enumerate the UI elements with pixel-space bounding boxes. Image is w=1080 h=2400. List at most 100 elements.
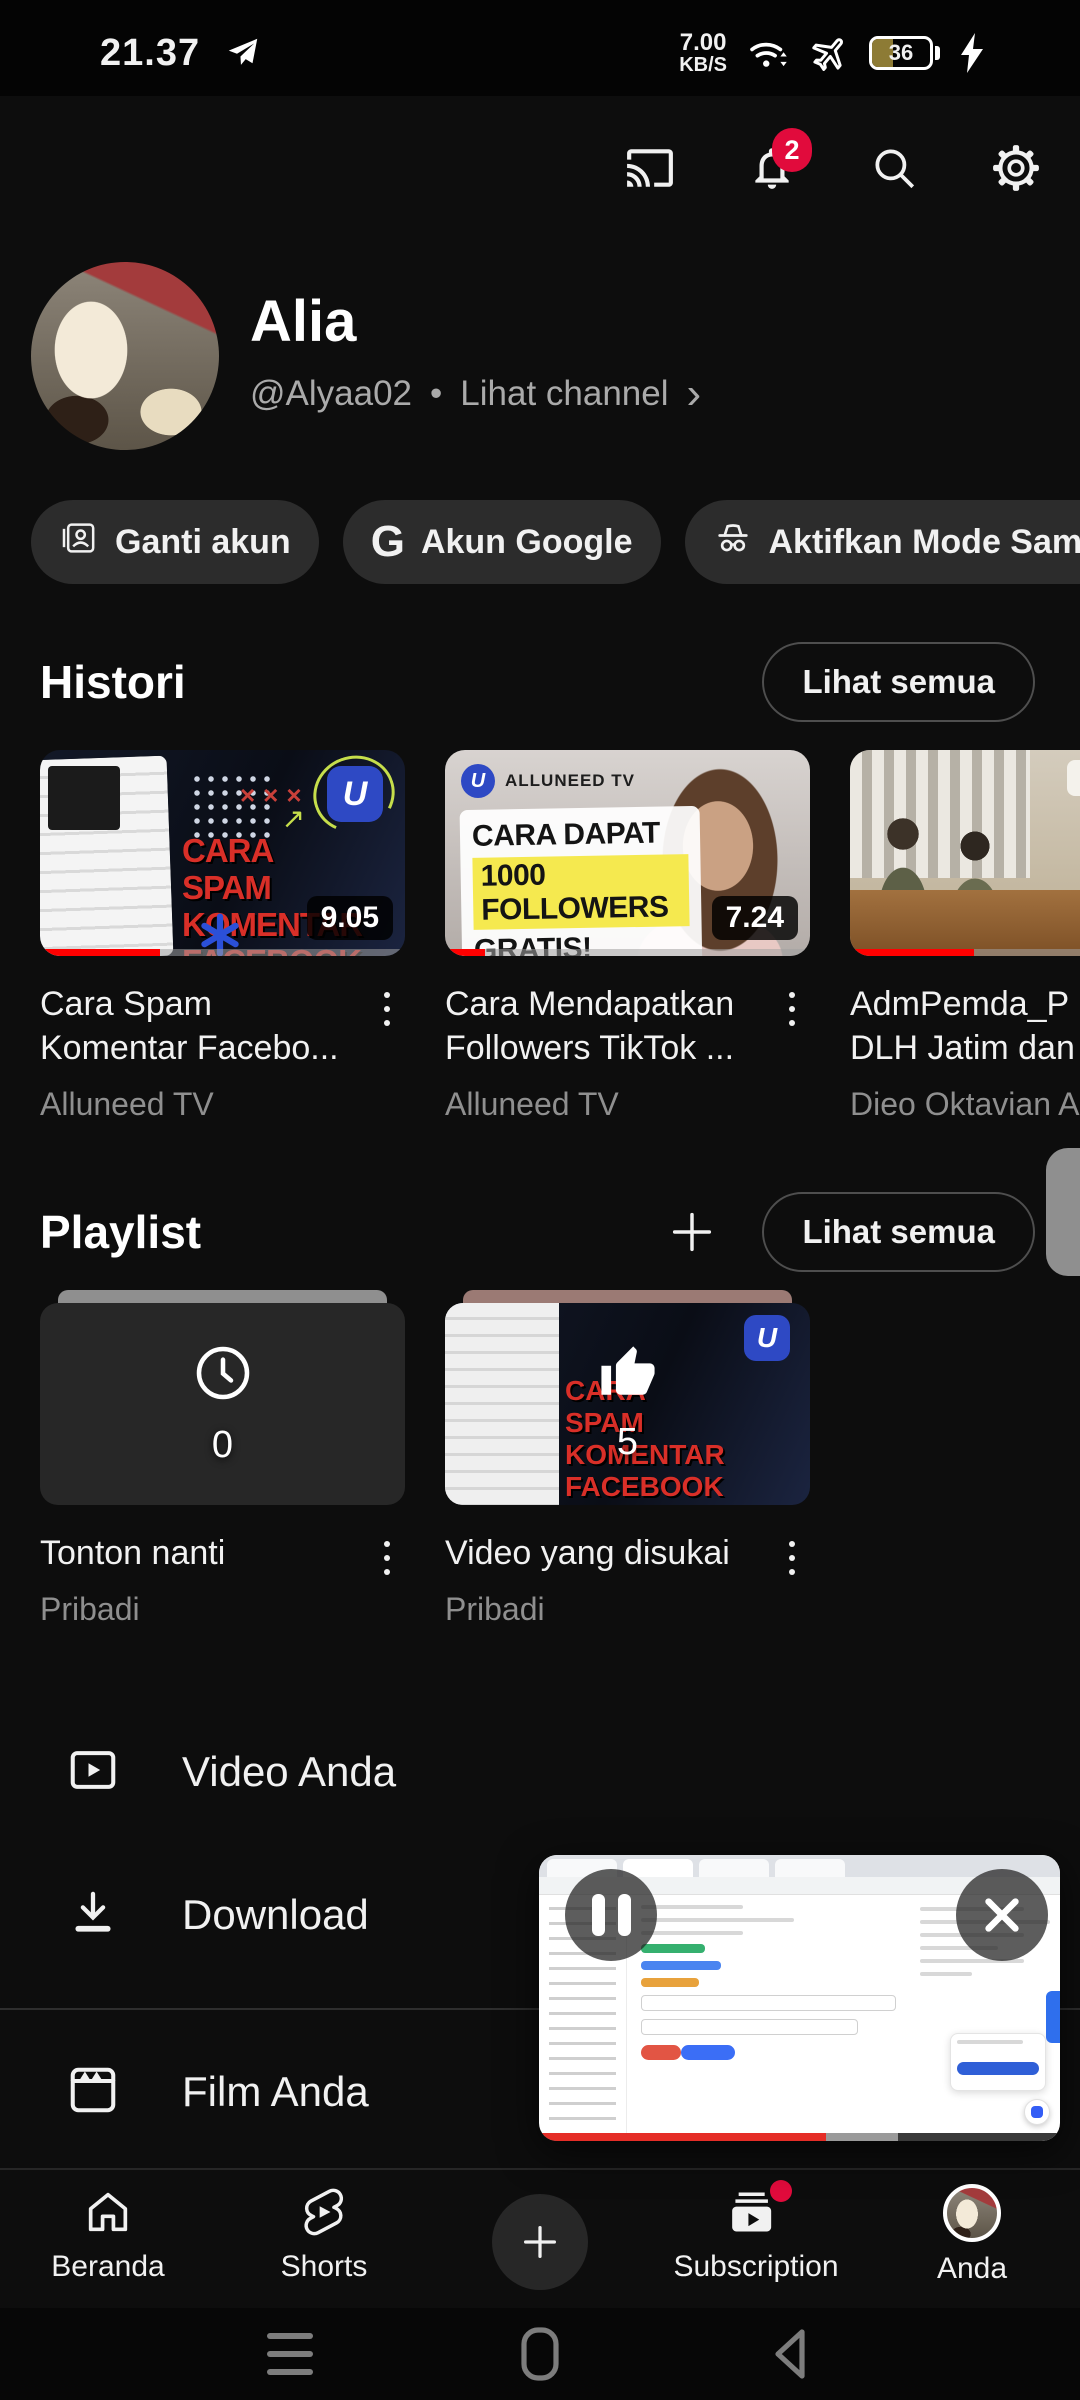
video-title[interactable]: AdmPemda_P DLH Jatim dan: [850, 982, 1080, 1070]
watch-progress: [850, 949, 1080, 956]
pip-progress-bar: [539, 2133, 1060, 2141]
duration-badge: 7.24: [712, 896, 798, 940]
playlist-header: Playlist Lihat semua: [40, 1192, 1035, 1272]
playlist-card-liked-videos[interactable]: CARA SPAM KOMENTAR FACEBOOK U 5 Video ya…: [445, 1290, 810, 1628]
view-channel-link[interactable]: Lihat channel: [460, 374, 668, 414]
top-app-bar: 2: [0, 96, 1080, 240]
nav-you[interactable]: Anda: [864, 2170, 1080, 2308]
cast-button[interactable]: [622, 140, 678, 196]
charging-bolt-icon: [958, 33, 988, 73]
video-title[interactable]: Cara Spam Komentar Facebo...: [40, 982, 369, 1070]
video-thumbnail[interactable]: ××× ↗ U CARA SPAM KOMENTAR FACEBOOK 9.05: [40, 750, 405, 956]
thumbnail-title-art: CARA DAPAT 1000 FOLLOWERS GRATIS!: [460, 806, 703, 956]
pip-pause-button[interactable]: [565, 1869, 657, 1961]
you-avatar: [943, 2184, 1001, 2242]
incognito-icon: [713, 518, 753, 567]
download-icon: [66, 1886, 120, 1945]
playlist-privacy: Pribadi: [40, 1591, 369, 1628]
history-video-card[interactable]: U ALLUNEED TV CARA DAPAT 1000 FOLLOWERS …: [445, 750, 810, 1123]
profile-avatar[interactable]: [31, 262, 219, 450]
playlist-menu-kebab[interactable]: [369, 1531, 405, 1628]
playlist-privacy: Pribadi: [445, 1591, 774, 1628]
create-playlist-button[interactable]: [662, 1202, 722, 1262]
scrollbar-thumb[interactable]: [1046, 1148, 1080, 1276]
pip-chat-widget: [950, 2033, 1046, 2091]
settings-button[interactable]: [988, 140, 1044, 196]
back-button[interactable]: [766, 2326, 816, 2387]
airplane-mode-icon: [809, 32, 851, 74]
video-thumbnail[interactable]: U ALLUNEED TV CARA DAPAT 1000 FOLLOWERS …: [445, 750, 810, 956]
clock-icon: [191, 1341, 255, 1410]
video-menu-kebab[interactable]: [774, 982, 810, 1123]
video-channel: Dieo Oktavian Ari: [850, 1086, 1080, 1123]
dot-separator: •: [430, 374, 442, 414]
notification-badge: 2: [772, 128, 812, 172]
video-menu-kebab[interactable]: [369, 982, 405, 1123]
home-button[interactable]: [515, 2326, 565, 2387]
playlist-count: 0: [212, 1424, 233, 1467]
nav-create[interactable]: [432, 2170, 648, 2308]
your-videos-icon: [66, 1743, 120, 1802]
chevron-right-icon: ›: [687, 372, 702, 416]
google-account-chip[interactable]: G Akun Google: [343, 500, 661, 584]
nav-subscriptions[interactable]: Subscription: [648, 2170, 864, 2308]
create-plus-icon[interactable]: [492, 2194, 588, 2290]
notifications-button[interactable]: 2: [744, 140, 800, 196]
account-action-chips: Ganti akun G Akun Google Aktifkan Mode S…: [31, 500, 1080, 584]
channel-logo: U: [327, 766, 383, 822]
playlist-count: 5: [617, 1421, 638, 1464]
history-header: Histori Lihat semua: [40, 642, 1035, 722]
history-see-all-button[interactable]: Lihat semua: [762, 642, 1035, 722]
ac-unit-art: [1067, 760, 1080, 796]
search-button[interactable]: [866, 140, 922, 196]
history-video-card[interactable]: AdmPemda_P DLH Jatim dan Dieo Oktavian A…: [850, 750, 1080, 1123]
profile-handle-row[interactable]: @Alyaa02 • Lihat channel ›: [250, 372, 701, 416]
telegram-icon: [224, 34, 262, 72]
shorts-icon: [298, 2184, 350, 2240]
youtube-you-tab-screen: 21.37 7.00 KB/S 36: [0, 0, 1080, 2400]
playlist-menu-kebab[interactable]: [774, 1531, 810, 1628]
home-icon: [82, 2184, 134, 2240]
video-title[interactable]: Cara Mendapatkan Followers TikTok ...: [445, 982, 774, 1070]
playlist-name[interactable]: Video yang disukai: [445, 1531, 774, 1575]
bottom-navigation: Beranda Shorts Subscription Anda: [0, 2168, 1080, 2308]
profile-handle: @Alyaa02: [250, 374, 412, 414]
video-thumbnail[interactable]: [850, 750, 1080, 956]
playlist-card-watch-later[interactable]: 0 Tonton nanti Pribadi: [40, 1290, 405, 1628]
pip-close-button[interactable]: [956, 1869, 1048, 1961]
wifi-icon: [745, 33, 791, 73]
history-title: Histori: [40, 655, 762, 709]
playlist-thumbnail[interactable]: 0: [40, 1303, 405, 1505]
nav-shorts[interactable]: Shorts: [216, 2170, 432, 2308]
subscriptions-new-dot: [770, 2180, 792, 2202]
profile-name: Alia: [250, 288, 356, 355]
playlist-stack-strip: [463, 1290, 792, 1303]
network-speed: 7.00 KB/S: [679, 31, 727, 75]
switch-account-chip[interactable]: Ganti akun: [31, 500, 319, 584]
clock: 21.37: [100, 32, 200, 75]
recents-button[interactable]: [266, 2326, 316, 2387]
incognito-mode-chip[interactable]: Aktifkan Mode Samaran: [685, 500, 1080, 584]
playlist-row: 0 Tonton nanti Pribadi CARA SPAM KOMENTA…: [40, 1290, 810, 1628]
watch-progress: [445, 949, 810, 956]
watch-progress: [40, 949, 405, 956]
channel-logo: U ALLUNEED TV: [461, 764, 635, 798]
nav-home[interactable]: Beranda: [0, 2170, 216, 2308]
history-video-card[interactable]: ××× ↗ U CARA SPAM KOMENTAR FACEBOOK 9.05…: [40, 750, 405, 1123]
google-g-icon: G: [371, 520, 405, 564]
menu-item-your-videos[interactable]: Video Anda: [0, 1712, 1080, 1832]
status-bar: 21.37 7.00 KB/S 36: [0, 0, 1080, 96]
history-video-row: ××× ↗ U CARA SPAM KOMENTAR FACEBOOK 9.05…: [40, 750, 1080, 1123]
battery-icon: 36: [869, 36, 940, 70]
playlist-name[interactable]: Tonton nanti: [40, 1531, 369, 1575]
playlist-stack-strip: [58, 1290, 387, 1303]
subscriptions-icon: [730, 2184, 782, 2240]
android-navigation-bar: [0, 2308, 1080, 2400]
video-channel: Alluneed TV: [445, 1086, 774, 1123]
thumbs-up-icon: [599, 1344, 657, 1407]
meeting-table-art: [850, 890, 1080, 956]
playlist-see-all-button[interactable]: Lihat semua: [762, 1192, 1035, 1272]
playlist-thumbnail[interactable]: CARA SPAM KOMENTAR FACEBOOK U 5: [445, 1303, 810, 1505]
pip-player-window[interactable]: [539, 1855, 1060, 2141]
playlist-title: Playlist: [40, 1205, 662, 1259]
